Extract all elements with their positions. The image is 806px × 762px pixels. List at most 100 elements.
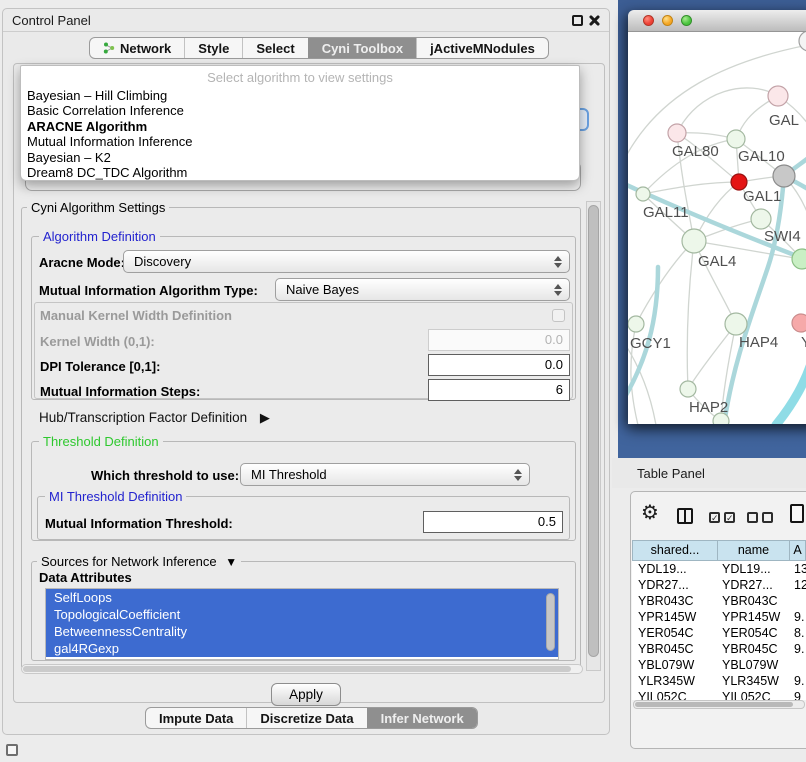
network-edge[interactable]	[687, 241, 694, 389]
dpi-tolerance-input[interactable]: 0.0	[428, 354, 570, 376]
data-attributes-list[interactable]: SelfLoopsTopologicalCoefficientBetweenne…	[45, 588, 559, 660]
column-header-a[interactable]: A	[790, 540, 806, 561]
table-row[interactable]: YBR045CYBR045C9.	[632, 641, 806, 657]
page-icon[interactable]	[790, 504, 804, 523]
algorithm-option-mutual-information-inference[interactable]: Mutual Information Inference	[21, 134, 579, 149]
network-node-gcy1[interactable]	[628, 316, 644, 332]
mi-algorithm-type-select[interactable]: Naive Bayes	[275, 278, 570, 301]
network-edge[interactable]	[688, 324, 736, 389]
unchecked-checkbox-icon[interactable]	[747, 512, 758, 523]
table-row[interactable]: YDR27...YDR27...12	[632, 577, 806, 593]
table-row[interactable]: YIL052CYIL052C9	[632, 689, 806, 700]
zoom-window-icon[interactable]	[681, 15, 692, 26]
sources-group-label[interactable]: Sources for Network Inference ▼	[37, 554, 241, 569]
tab-style[interactable]: Style	[184, 38, 242, 58]
hub-definition-toggle[interactable]: Hub/Transcription Factor Definition ▶	[39, 410, 270, 426]
network-node-gal1[interactable]	[751, 209, 771, 229]
mi-steps-input[interactable]: 6	[428, 379, 570, 401]
data-attribute-item[interactable]: SelfLoops	[46, 589, 558, 606]
checked-checkbox-icon[interactable]: ✓	[724, 512, 735, 523]
network-window-titlebar[interactable]	[628, 10, 806, 32]
docked-panel-icon[interactable]	[6, 744, 18, 756]
data-attribute-item[interactable]: TopologicalCoefficient	[46, 606, 558, 623]
data-attribute-item[interactable]: gal4RGexp	[46, 640, 558, 657]
network-node-gal11[interactable]	[636, 187, 650, 201]
manual-kernel-checkbox[interactable]	[552, 309, 565, 322]
column-header-shared[interactable]: shared...	[632, 540, 718, 561]
table-row[interactable]: YBR043CYBR043C	[632, 593, 806, 609]
cell-shared-name: YBR045C	[632, 641, 718, 657]
node-label-gal11: GAL11	[643, 204, 689, 221]
aracne-mode-select[interactable]: Discovery	[123, 250, 570, 273]
tab-impute-data[interactable]: Impute Data	[146, 708, 246, 728]
network-node-swi4[interactable]	[792, 249, 806, 269]
tab-discretize-data[interactable]: Discretize Data	[246, 708, 366, 728]
tab-jactivemnodules[interactable]: jActiveMNodules	[416, 38, 548, 58]
data-attribute-item[interactable]: BetweennessCentrality	[46, 623, 558, 640]
mi-threshold-input[interactable]: 0.5	[423, 511, 563, 533]
algorithm-option-basic-correlation-inference[interactable]: Basic Correlation Inference	[21, 103, 579, 118]
network-edge[interactable]	[643, 182, 739, 194]
node-label-gal80: GAL80	[672, 143, 719, 160]
network-node-y[interactable]	[792, 314, 806, 332]
checked-checkbox-icon[interactable]: ✓	[709, 512, 720, 523]
network-node-gal4[interactable]	[682, 229, 706, 253]
cell-value	[790, 593, 806, 609]
table-hscrollbar-thumb[interactable]	[635, 702, 793, 707]
which-threshold-select[interactable]: MI Threshold	[240, 463, 530, 486]
list-vscrollbar-thumb[interactable]	[546, 593, 555, 651]
network-node-gal10[interactable]	[727, 130, 745, 148]
network-node-gal80[interactable]	[668, 124, 686, 142]
gear-icon[interactable]: ⚙	[641, 503, 659, 523]
network-node-hap4[interactable]	[725, 313, 747, 335]
node-label-gal4: GAL4	[698, 253, 736, 270]
table-row[interactable]: YLR345WYLR345W9.	[632, 673, 806, 689]
network-node-hap2[interactable]	[680, 381, 696, 397]
tab-network[interactable]: Network	[90, 38, 184, 58]
network-node-unlabeled[interactable]	[799, 32, 806, 51]
settings-vscrollbar-thumb[interactable]	[588, 205, 599, 657]
split-view-icon[interactable]	[677, 508, 693, 524]
close-window-icon[interactable]	[643, 15, 654, 26]
column-header-name[interactable]: name	[718, 540, 790, 561]
manual-kernel-label: Manual Kernel Width Definition	[40, 308, 232, 323]
stepper-arrows-icon	[512, 468, 522, 482]
unchecked-checkbox-icon[interactable]	[762, 512, 773, 523]
kernel-width-input[interactable]: 0.0	[428, 329, 570, 351]
tab-infer-network[interactable]: Infer Network	[367, 708, 477, 728]
settings-hscrollbar-thumb[interactable]	[23, 666, 571, 672]
network-canvas[interactable]: GALGAL80GAL10GAL11GAL1SWI4GAL4GCY1HAP4YH…	[628, 32, 806, 424]
minimize-window-icon[interactable]	[662, 15, 673, 26]
tab-label: jActiveMNodules	[430, 41, 535, 56]
network-edge[interactable]	[776, 354, 806, 424]
algorithm-option-aracne-algorithm[interactable]: ARACNE Algorithm	[21, 119, 579, 134]
cell-name: YDL19...	[718, 561, 790, 577]
cell-value: 9.	[790, 641, 806, 657]
network-edge[interactable]	[636, 241, 694, 324]
algorithm-option-bayesian-hill-climbing[interactable]: Bayesian – Hill Climbing	[21, 88, 579, 103]
float-panel-icon[interactable]	[572, 15, 583, 26]
cell-name: YLR345W	[718, 673, 790, 689]
aracne-mode-label: Aracne Mode:	[39, 255, 125, 270]
network-edge[interactable]	[677, 88, 778, 133]
network-node-unlabeled[interactable]	[773, 165, 795, 187]
tab-label: Select	[256, 41, 294, 56]
algorithm-option-dream8-dc-tdc-algorithm[interactable]: Dream8 DC_TDC Algorithm	[21, 165, 579, 180]
tab-cyni-toolbox[interactable]: Cyni Toolbox	[308, 38, 416, 58]
network-node-gal[interactable]	[768, 86, 788, 106]
table-row[interactable]: YBL079WYBL079W	[632, 657, 806, 673]
close-panel-icon[interactable]	[588, 14, 601, 27]
table-row[interactable]: YPR145WYPR145W9.	[632, 609, 806, 625]
apply-button[interactable]: Apply	[271, 683, 341, 706]
cell-value	[790, 657, 806, 673]
tab-select[interactable]: Select	[242, 38, 307, 58]
table-header-row: shared...nameA	[632, 540, 806, 561]
mi-type-label: Mutual Information Algorithm Type:	[39, 283, 258, 298]
app-root: Control Panel NetworkStyleSelectCyni Too…	[0, 0, 806, 762]
table-row[interactable]: YDL19...YDL19...13	[632, 561, 806, 577]
algorithm-option-bayesian-k2[interactable]: Bayesian – K2	[21, 150, 579, 165]
aracne-mode-value: Discovery	[134, 254, 191, 269]
tab-label: Network	[120, 41, 171, 56]
cell-name: YER054C	[718, 625, 790, 641]
table-row[interactable]: YER054CYER054C8.	[632, 625, 806, 641]
